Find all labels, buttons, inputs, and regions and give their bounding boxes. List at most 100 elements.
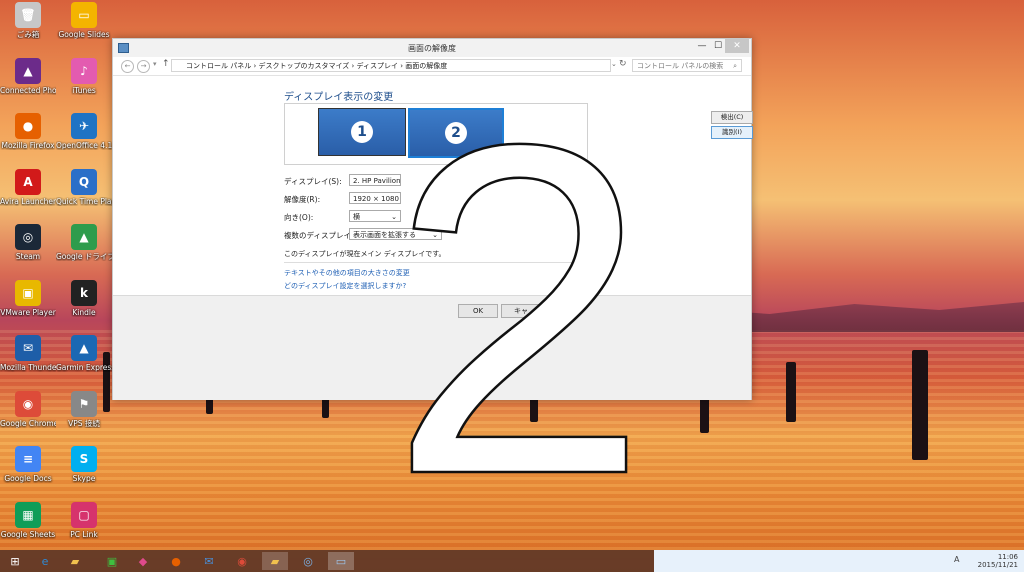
window-title: 画面の解像度 — [408, 44, 456, 53]
desktop-shortcut[interactable]: ✈ OpenOffice 4.1.1 — [56, 113, 112, 150]
desktop-shortcut-label: Connected Photo — [0, 85, 56, 95]
desktop-shortcut-label: VMware Player — [0, 307, 56, 317]
pier-post — [322, 398, 329, 418]
refresh-icon[interactable]: ↻ — [619, 59, 627, 69]
search-input[interactable]: コントロール パネルの検索 ⌕ — [632, 59, 742, 72]
desktop-shortcut-label: ごみ箱 — [16, 30, 40, 39]
desktop-shortcut-label: Google Docs — [4, 474, 52, 483]
forward-icon[interactable]: → — [137, 60, 150, 73]
desktop-shortcut-label: Kindle — [72, 307, 96, 317]
google-sheets-icon: ▦ — [15, 501, 41, 528]
desktop-shortcut-label: Google Slides — [58, 30, 110, 39]
desktop-shortcut[interactable]: ≡ Google Docs — [0, 446, 56, 483]
monitor-1-number: 1 — [351, 121, 373, 143]
desktop-shortcut-label: Garmin Express — [56, 363, 112, 372]
pc-link-icon: ▢ — [71, 501, 97, 528]
pier-post — [206, 398, 213, 414]
google-drive-icon: ▲ — [71, 224, 97, 250]
itunes-icon: ♪ — [71, 57, 97, 84]
address-bar-row: ← → ▾ ↑ コントロール パネル › デスクトップのカスタマイズ › ディス… — [113, 57, 751, 76]
desktop-shortcut[interactable]: ▢ PC Link — [56, 501, 112, 539]
firefox-taskbar-icon[interactable]: ● — [163, 552, 189, 570]
desktop-shortcut-label: Avira Launcher — [0, 196, 56, 206]
photos-app-icon[interactable]: ◆ — [130, 552, 156, 570]
desktop-shortcut-label: Mozilla Thunderbird — [0, 363, 56, 372]
desktop-shortcut[interactable]: ● Mozilla Firefox — [0, 113, 56, 150]
clock[interactable]: 11:06 2015/11/21 — [978, 553, 1018, 569]
chrome-icon: ◉ — [15, 390, 41, 417]
desktop-shortcut-label: Mozilla Firefox — [1, 141, 55, 150]
title-bar[interactable]: 画面の解像度 — ☐ ✕ — [113, 39, 751, 57]
address-text: コントロール パネル › デスクトップのカスタマイズ › ディスプレイ › 画面… — [186, 62, 448, 70]
store-icon[interactable]: ▣ — [99, 552, 125, 570]
recycle-bin-icon: 🗑 — [15, 2, 41, 28]
search-icon: ⌕ — [733, 62, 737, 70]
start-windows-icon[interactable]: ⊞ — [2, 552, 28, 570]
chrome-taskbar-icon[interactable]: ◉ — [229, 552, 255, 570]
desktop-shortcut-label: Google Chrome — [0, 418, 56, 428]
quicktime-icon: Q — [71, 168, 97, 195]
desktop-shortcut-label: Google Sheets — [0, 529, 56, 539]
desktop-shortcut-label: VPS 接続 — [68, 418, 100, 428]
identify-button[interactable]: 識別(I) — [711, 126, 753, 139]
maximize-button[interactable]: ☐ — [711, 39, 725, 53]
desktop-shortcut-label: Google ドライブ — [56, 252, 112, 261]
display-label: ディスプレイ(S): — [284, 177, 342, 186]
clock-time: 11:06 — [997, 553, 1018, 561]
display-settings-taskbar-icon[interactable]: ▭ — [328, 552, 354, 570]
close-button[interactable]: ✕ — [725, 39, 749, 53]
desktop-shortcut[interactable]: QQuick Time Player — [56, 168, 112, 206]
google-docs-icon: ≡ — [15, 446, 41, 472]
desktop-shortcut[interactable]: ⚑ VPS 接続 — [56, 390, 112, 428]
pier-post — [786, 362, 796, 422]
internet-explorer-icon[interactable]: e — [32, 552, 58, 570]
desktop-shortcut[interactable]: ◎ Steam — [0, 224, 56, 261]
desktop-shortcut-label: Skype — [72, 474, 96, 483]
desktop-shortcut[interactable]: ▲ Google ドライブ — [56, 224, 112, 261]
desktop-shortcut[interactable]: S Skype — [56, 446, 112, 483]
desktop-shortcut-label: OpenOffice 4.1.1 — [56, 141, 112, 150]
desktop-shortcut[interactable]: ✉ Mozilla Thunderbird — [0, 335, 56, 372]
desktop-shortcut[interactable]: ▭ Google Slides — [56, 2, 112, 39]
file-explorer-icon[interactable]: ▰ — [62, 552, 88, 570]
taskbar: ⊞ e ▰ ▣ ◆ ● ✉ ◉ ▰ ◎ ▭ A 11:06 2015/11/21 — [0, 550, 1024, 572]
desktop-shortcut[interactable]: ▲Connected Photo — [0, 57, 56, 95]
ime-indicator[interactable]: A — [954, 555, 959, 564]
clock-date: 2015/11/21 — [977, 561, 1018, 569]
desktop-shortcut-label: Steam — [15, 252, 41, 261]
back-icon[interactable]: ← — [121, 60, 134, 73]
openoffice-icon: ✈ — [71, 113, 97, 139]
pier-post — [700, 398, 709, 433]
resolution-label: 解像度(R): — [284, 195, 321, 204]
skype-icon: S — [71, 446, 97, 472]
page-heading: ディスプレイ表示の変更 — [284, 92, 394, 103]
connected-photo-icon: ▲ — [15, 57, 41, 84]
recent-dropdown-icon[interactable]: ▾ — [153, 60, 157, 68]
thunderbird-icon: ✉ — [15, 335, 41, 361]
desktop-shortcut[interactable]: ▦ Google Sheets — [0, 501, 56, 539]
desktop-shortcut[interactable]: ▣ VMware Player — [0, 279, 56, 317]
identify-number-overlay: 2 — [387, 118, 651, 484]
orientation-label: 向き(O): — [284, 213, 314, 222]
desktop-shortcut[interactable]: 🗑 ごみ箱 — [0, 2, 56, 39]
orientation-value: 横 — [353, 213, 360, 221]
detect-button[interactable]: 検出(C) — [711, 111, 753, 124]
up-icon[interactable]: ↑ — [162, 59, 170, 69]
thunderbird-taskbar-icon[interactable]: ✉ — [196, 552, 222, 570]
vps-connect-icon: ⚑ — [71, 390, 97, 417]
vmware-icon: ▣ — [15, 279, 41, 306]
desktop-shortcut-label: Quick Time Player — [56, 196, 112, 206]
avira-icon: A — [15, 168, 41, 195]
search-placeholder: コントロール パネルの検索 — [637, 62, 724, 70]
address-field[interactable]: コントロール パネル › デスクトップのカスタマイズ › ディスプレイ › 画面… — [171, 59, 611, 72]
address-dropdown-icon[interactable]: ⌄ — [611, 60, 617, 68]
desktop-shortcut[interactable]: ▲ Garmin Express — [56, 335, 112, 372]
minimize-button[interactable]: — — [695, 39, 709, 53]
control-panel-icon[interactable]: ◎ — [295, 552, 321, 570]
explorer-window-icon[interactable]: ▰ — [262, 552, 288, 570]
desktop-shortcut[interactable]: k Kindle — [56, 279, 112, 317]
desktop-shortcut[interactable]: ♪ iTunes — [56, 57, 112, 95]
desktop-shortcut[interactable]: ◉ Google Chrome — [0, 390, 56, 428]
steam-icon: ◎ — [15, 224, 41, 250]
desktop-shortcut[interactable]: A Avira Launcher — [0, 168, 56, 206]
